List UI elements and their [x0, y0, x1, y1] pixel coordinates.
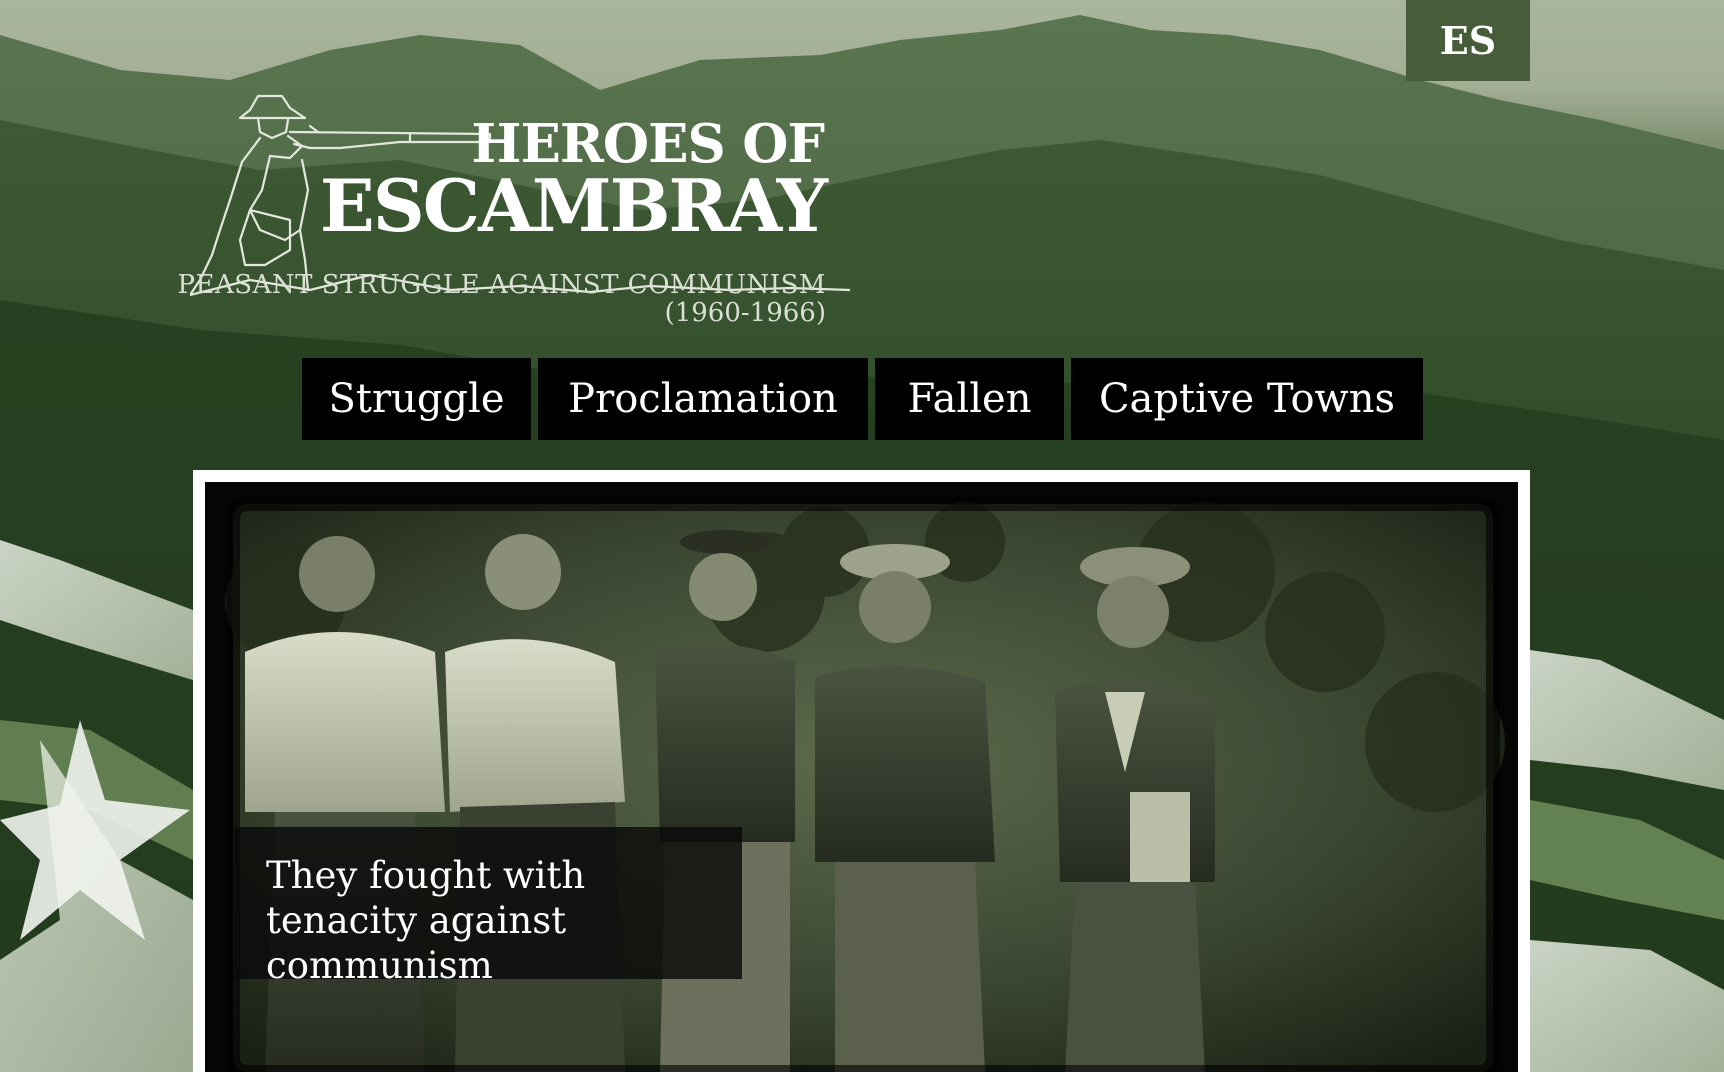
nav-item-proclamation[interactable]: Proclamation [538, 358, 868, 440]
language-toggle-button[interactable]: ES [1406, 0, 1530, 81]
nav-item-fallen[interactable]: Fallen [875, 358, 1064, 440]
hero-image-frame: They fought with tenacity against commun… [205, 482, 1518, 1072]
logo-subtitle: PEASANT STRUGGLE AGAINST COMMUNISM [177, 270, 826, 300]
hero-caption: They fought with tenacity against commun… [234, 827, 742, 987]
main-nav: Struggle Proclamation Fallen Captive Tow… [302, 358, 1423, 440]
nav-item-captive-towns[interactable]: Captive Towns [1071, 358, 1423, 440]
nav-item-struggle[interactable]: Struggle [302, 358, 531, 440]
language-toggle-label: ES [1439, 18, 1497, 63]
site-logo[interactable]: HEROES OF ESCAMBRAY PEASANT STRUGGLE AGA… [178, 90, 850, 335]
logo-title-line2: ESCAMBRAY [319, 163, 828, 248]
hero-card: They fought with tenacity against commun… [193, 470, 1530, 1072]
logo-years: (1960-1966) [664, 298, 826, 328]
